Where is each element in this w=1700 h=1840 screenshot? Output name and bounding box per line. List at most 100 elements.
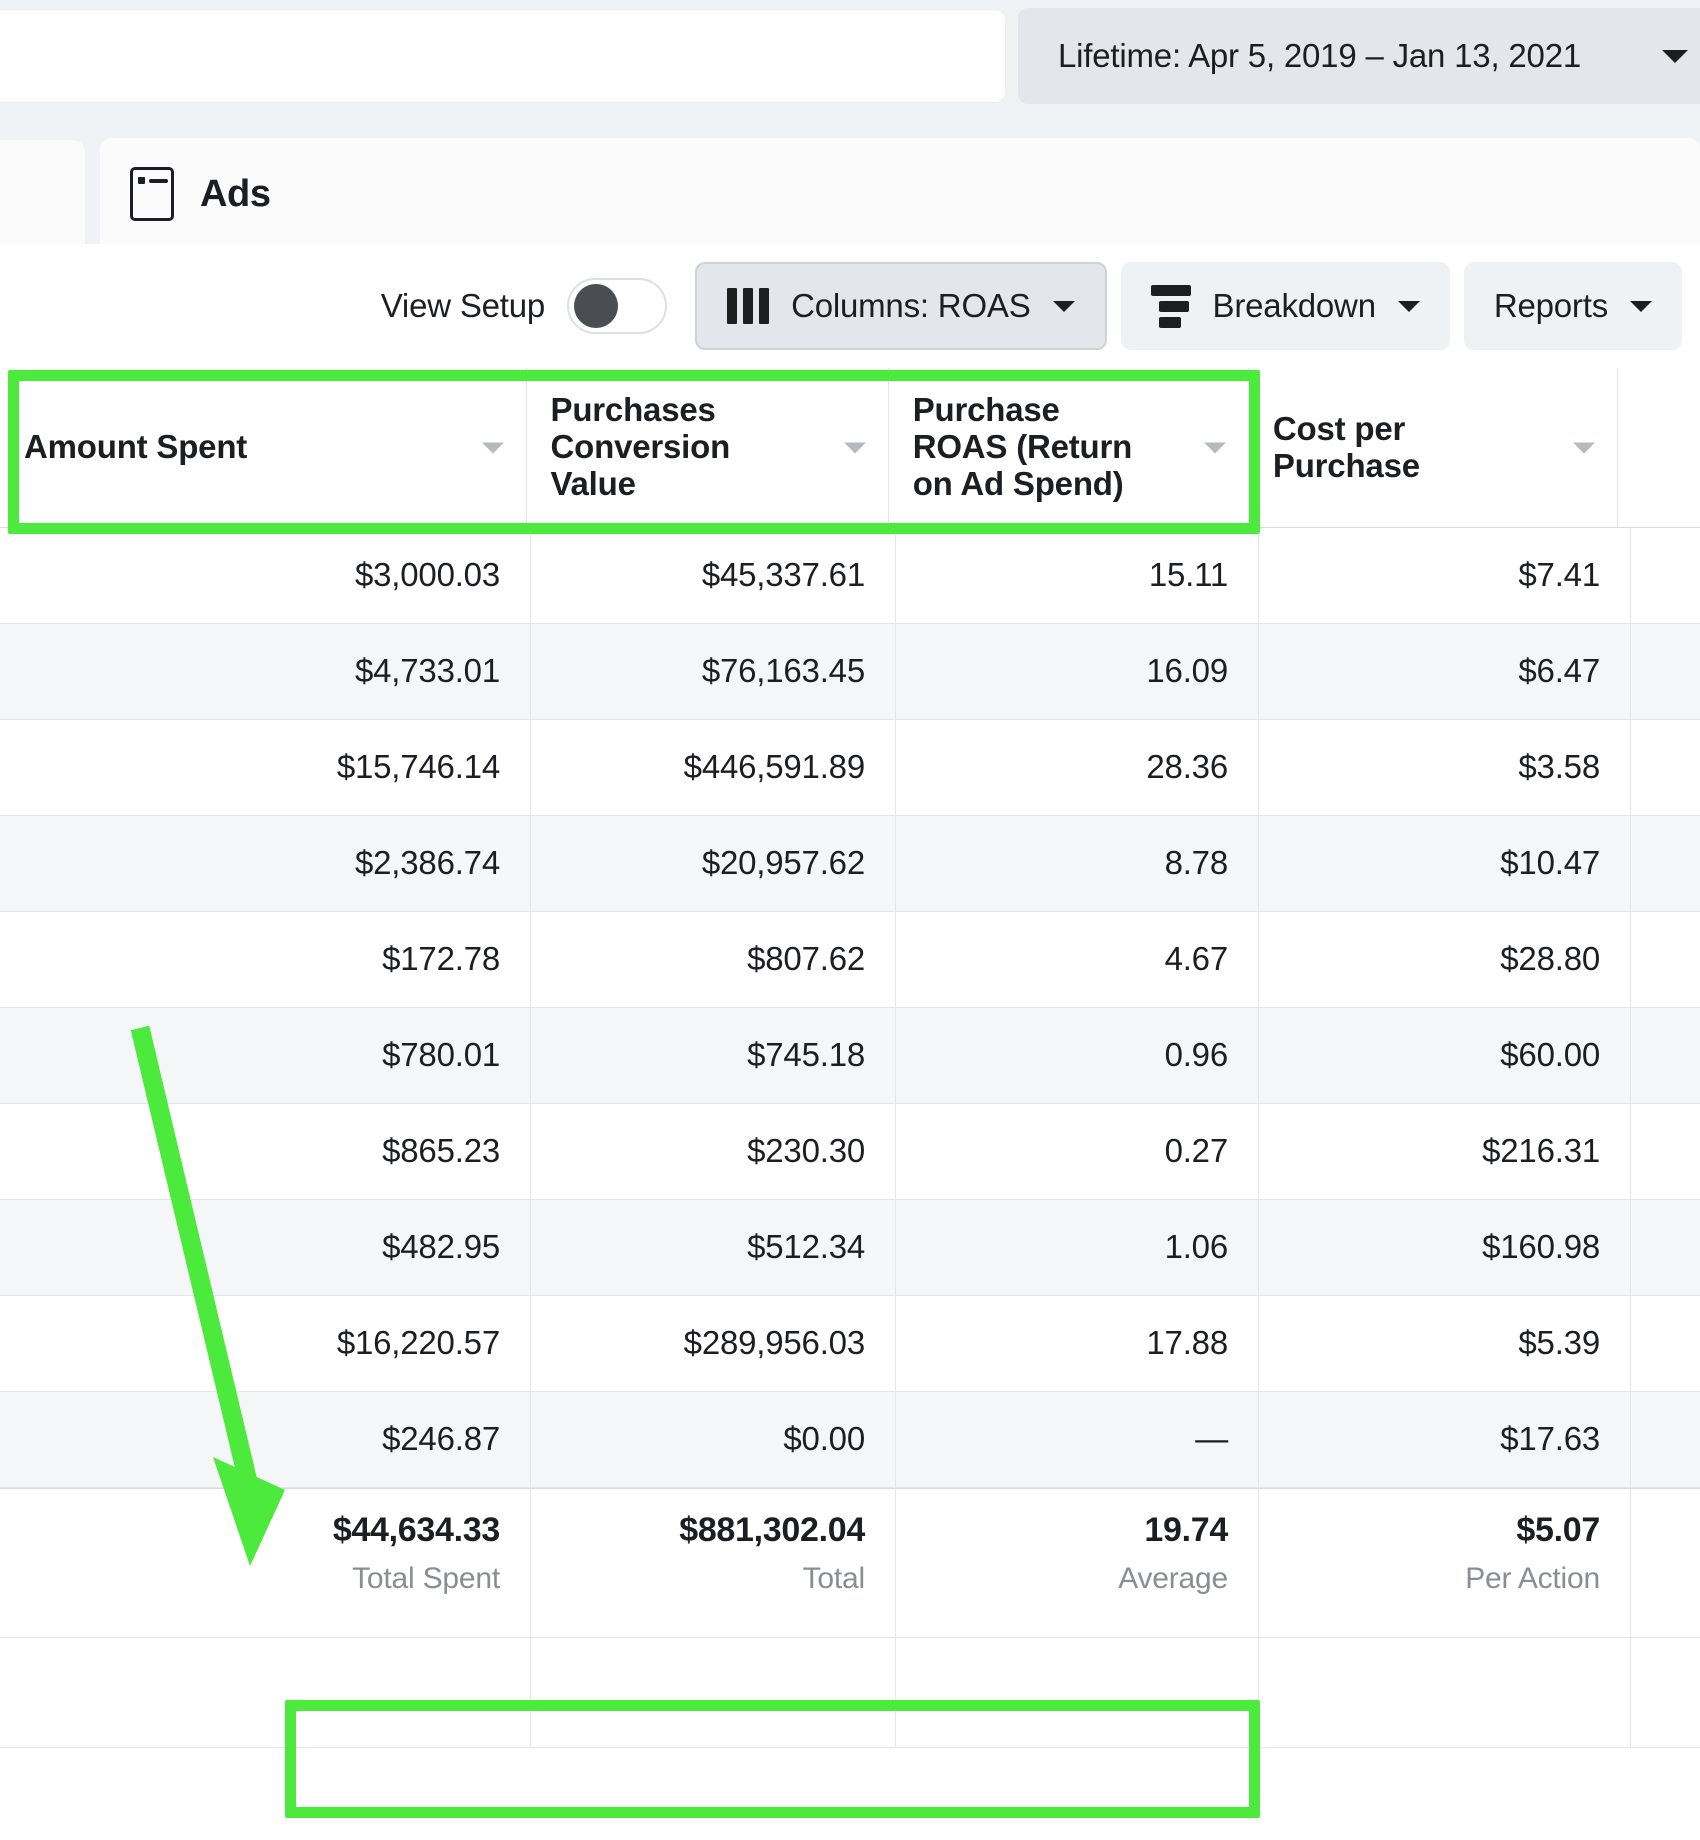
sort-chevron-down-icon[interactable] — [1203, 442, 1226, 453]
breakdown-icon — [1150, 284, 1191, 328]
columns-button-label: Columns: ROAS — [791, 287, 1031, 324]
cell-spacer — [1630, 1104, 1700, 1199]
view-setup-toggle[interactable] — [567, 278, 668, 334]
cell-cost-per-purchase: $17.63 — [1258, 1392, 1630, 1487]
ad-preview-icon — [130, 167, 174, 221]
cell-cost-per-purchase: $7.41 — [1258, 528, 1630, 623]
cell-roas: 15.11 — [895, 528, 1258, 623]
cell-amount-spent: $865.23 — [382, 1132, 500, 1169]
column-header-purchases-conversion-value[interactable]: Purchases Conversion Value — [525, 368, 888, 527]
spacer-cell — [530, 1638, 895, 1747]
totals-amount-spent: $44,634.33 Total Spent — [0, 1489, 530, 1637]
spacer-cell — [0, 1638, 530, 1747]
totals-roas-label: Average — [1118, 1562, 1228, 1595]
table-row[interactable]: $172.78 $807.62 4.67 $28.80 — [0, 912, 1700, 1008]
table-bottom-spacer — [0, 1638, 1700, 1748]
chevron-down-icon — [1662, 49, 1688, 63]
table-controls-bar: View Setup Columns: ROAS Breakdown Repor… — [0, 244, 1700, 368]
tab-ads[interactable]: Ads — [100, 138, 1700, 250]
date-range-selector[interactable]: Lifetime: Apr 5, 2019 – Jan 13, 2021 — [1018, 8, 1700, 104]
cell-cost-per-purchase: $5.39 — [1258, 1296, 1630, 1391]
breakdown-button[interactable]: Breakdown — [1120, 262, 1450, 350]
column-header-purchases-conversion-value-label: Purchases Conversion Value — [550, 391, 731, 502]
cell-conversion-value: $512.34 — [530, 1200, 895, 1295]
toggle-knob — [574, 284, 619, 328]
table-row[interactable]: $2,386.74 $20,957.62 8.78 $10.47 — [0, 816, 1700, 912]
column-header-cost-per-purchase[interactable]: Cost per Purchase — [1247, 368, 1617, 527]
cell-amount-spent: $172.78 — [382, 940, 500, 977]
view-setup-control[interactable]: View Setup — [380, 278, 668, 334]
table-totals-row: $44,634.33 Total Spent $881,302.04 Total… — [0, 1488, 1700, 1638]
cell-amount-spent: $4,733.01 — [354, 652, 500, 689]
table-row[interactable]: $15,746.14 $446,591.89 28.36 $3.58 — [0, 720, 1700, 816]
cell-cost-per-purchase: $3.58 — [1258, 720, 1630, 815]
totals-roas-value: 19.74 — [1144, 1511, 1228, 1549]
table-body: $3,000.03 $45,337.61 15.11 $7.41 $4,733.01 $7… — [0, 528, 1700, 1488]
search-input[interactable] — [0, 10, 1005, 102]
cell-spacer — [1630, 720, 1700, 815]
cell-amount-spent: $246.87 — [382, 1420, 500, 1457]
tab-previous-stub[interactable] — [0, 140, 85, 250]
table-row[interactable]: $246.87 $0.00— $17.63 — [0, 1392, 1700, 1488]
date-range-label: Lifetime: Apr 5, 2019 – Jan 13, 2021 — [1058, 37, 1582, 74]
sort-chevron-down-icon[interactable] — [481, 442, 504, 453]
columns-icon — [727, 288, 770, 324]
cell-conversion-value: $0.00 — [530, 1392, 895, 1487]
reports-button[interactable]: Reports — [1463, 262, 1682, 350]
sort-chevron-down-icon[interactable] — [843, 442, 866, 453]
columns-button[interactable]: Columns: ROAS — [695, 262, 1107, 350]
totals-amount-spent-label: Total Spent — [352, 1562, 500, 1595]
totals-cost-per-purchase: $5.07 Per Action — [1258, 1489, 1630, 1637]
cell-roas: 4.67 — [895, 912, 1258, 1007]
cell-conversion-value: $289,956.03 — [530, 1296, 895, 1391]
cell-spacer — [1630, 624, 1700, 719]
totals-cost-per-purchase-label: Per Action — [1465, 1562, 1600, 1595]
sort-chevron-down-icon[interactable] — [1573, 442, 1595, 453]
cell-roas: 16.09 — [895, 624, 1258, 719]
column-header-purchase-roas[interactable]: Purchase ROAS (Return on Ad Spend) — [887, 368, 1248, 527]
column-header-amount-spent-label: Amount Spent — [24, 428, 248, 466]
cell-amount-spent: $3,000.03 — [354, 556, 500, 593]
cell-conversion-value: $45,337.61 — [530, 528, 895, 623]
view-setup-label: View Setup — [380, 287, 546, 324]
cell-cost-per-purchase: $10.47 — [1258, 816, 1630, 911]
add-column-button[interactable] — [1617, 368, 1700, 527]
cell-roas: 1.06 — [895, 1200, 1258, 1295]
breakdown-button-label: Breakdown — [1212, 287, 1376, 324]
cell-spacer — [1630, 912, 1700, 1007]
cell-roas: 8.78 — [895, 816, 1258, 911]
cell-amount-spent: $16,220.57 — [336, 1324, 500, 1361]
cell-roas: 0.96 — [895, 1008, 1258, 1103]
chevron-down-icon — [1630, 300, 1652, 312]
table-row[interactable]: $780.01 $745.18 0.96 $60.00 — [0, 1008, 1700, 1104]
table-header-row: Amount Spent Purchases Conversion Value Pu… — [0, 368, 1700, 528]
tab-ads-label: Ads — [200, 172, 271, 215]
cell-spacer — [1630, 1200, 1700, 1295]
cell-cost-per-purchase: $216.31 — [1258, 1104, 1630, 1199]
cell-cost-per-purchase: $28.80 — [1258, 912, 1630, 1007]
cell-conversion-value: $807.62 — [530, 912, 895, 1007]
tab-strip: Ads — [0, 112, 1700, 250]
cell-amount-spent: $482.95 — [382, 1228, 500, 1265]
totals-amount-spent-value: $44,634.33 — [332, 1511, 500, 1549]
table-row[interactable]: $16,220.57 $289,956.03 17.88 $5.39 — [0, 1296, 1700, 1392]
chevron-down-icon — [1052, 300, 1075, 312]
totals-spacer — [1630, 1489, 1700, 1637]
cell-conversion-value: $230.30 — [530, 1104, 895, 1199]
cell-roas: 28.36 — [895, 720, 1258, 815]
cell-cost-per-purchase: $160.98 — [1258, 1200, 1630, 1295]
spacer-cell — [1630, 1638, 1700, 1747]
table-row[interactable]: $482.95 $512.34 1.06 $160.98 — [0, 1200, 1700, 1296]
cell-amount-spent: $780.01 — [382, 1036, 500, 1073]
totals-conversion-value: $881,302.04 Total — [530, 1489, 895, 1637]
metrics-table: Amount Spent Purchases Conversion Value Pu… — [0, 368, 1700, 1840]
totals-conversion-value-value: $881,302.04 — [679, 1511, 865, 1549]
reports-button-label: Reports — [1493, 287, 1608, 324]
cell-conversion-value: $20,957.62 — [530, 816, 895, 911]
chevron-down-icon — [1397, 300, 1420, 312]
table-row[interactable]: $3,000.03 $45,337.61 15.11 $7.41 — [0, 528, 1700, 624]
table-row[interactable]: $865.23 $230.30 0.27 $216.31 — [0, 1104, 1700, 1200]
column-header-amount-spent[interactable]: Amount Spent — [0, 368, 526, 527]
table-row[interactable]: $4,733.01 $76,163.45 16.09 $6.47 — [0, 624, 1700, 720]
cell-spacer — [1630, 1296, 1700, 1391]
